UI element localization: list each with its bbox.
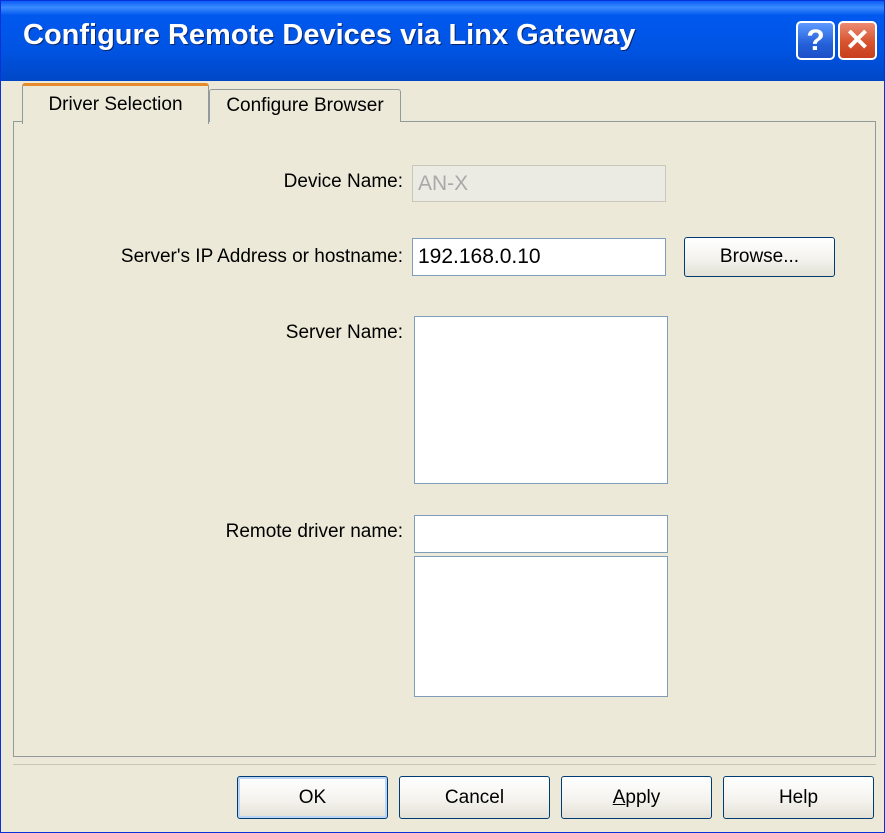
- apply-button-label: Apply: [613, 787, 661, 809]
- help-button-label: Help: [778, 786, 819, 808]
- tab-driver-selection[interactable]: Driver Selection: [22, 83, 209, 124]
- server-ip-value: 192.168.0.10: [418, 245, 541, 268]
- close-title-button[interactable]: ✕: [838, 21, 877, 60]
- dialog-window: Configure Remote Devices via Linx Gatewa…: [0, 0, 885, 833]
- help-button[interactable]: Help: [723, 776, 874, 819]
- browse-button-label: Browse...: [719, 246, 800, 267]
- title-bar[interactable]: Configure Remote Devices via Linx Gatewa…: [1, 1, 884, 81]
- server-ip-field[interactable]: 192.168.0.10: [412, 238, 666, 276]
- ok-button-label: OK: [298, 786, 327, 808]
- apply-accelerator: A: [612, 786, 626, 808]
- question-icon: ?: [806, 23, 825, 57]
- tab-label: Configure Browser: [226, 95, 384, 116]
- help-title-button[interactable]: ?: [796, 21, 835, 60]
- server-name-label: Server Name:: [285, 322, 403, 343]
- apply-button[interactable]: Apply: [561, 776, 712, 819]
- window-title: Configure Remote Devices via Linx Gatewa…: [23, 19, 636, 51]
- button-separator: [13, 764, 876, 765]
- ok-button[interactable]: OK: [237, 776, 388, 819]
- device-name-label: Device Name:: [283, 171, 403, 192]
- tab-configure-browser[interactable]: Configure Browser: [209, 89, 401, 122]
- close-icon: ✕: [844, 24, 871, 57]
- server-name-list[interactable]: [414, 316, 668, 484]
- remote-driver-field[interactable]: [414, 515, 668, 553]
- device-name-value: AN-X: [418, 171, 469, 195]
- cancel-button[interactable]: Cancel: [399, 776, 550, 819]
- browse-button[interactable]: Browse...: [684, 237, 835, 277]
- device-name-field[interactable]: AN-X: [412, 165, 666, 202]
- apply-rest: pply: [625, 786, 661, 808]
- server-ip-label: Server's IP Address or hostname:: [120, 246, 403, 267]
- remote-driver-label: Remote driver name:: [225, 521, 403, 542]
- remote-driver-list[interactable]: [414, 556, 668, 697]
- tab-label: Driver Selection: [48, 94, 183, 115]
- cancel-button-label: Cancel: [444, 786, 505, 808]
